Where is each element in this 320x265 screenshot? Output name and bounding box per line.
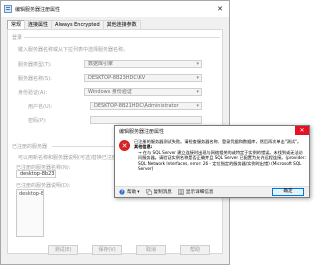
show-details-button[interactable]: 显示详细信息 bbox=[178, 189, 214, 195]
server-type-dropdown[interactable]: 数据库引擎 bbox=[84, 60, 202, 68]
cancel-button[interactable]: 取消 bbox=[136, 245, 166, 255]
ok-button[interactable]: 确定 bbox=[272, 188, 304, 196]
auth-dropdown[interactable]: Windows 身份验证 bbox=[84, 88, 202, 96]
window-close-button[interactable]: ✕ bbox=[214, 4, 226, 14]
copy-message-label: 复制消息 bbox=[153, 190, 172, 195]
registered-desc-label: 已注册的服务器说明(D): bbox=[16, 183, 71, 189]
tab-strip: 常规 连接属性 Always Encrypted 其他连接参数 bbox=[7, 20, 141, 30]
dialog-message: 已注册的服务器测试失败。请检查服务器名称、登录凭据和数据库，然后再次单击"测试"… bbox=[134, 139, 306, 171]
dialog-main-message: 已注册的服务器测试失败。请检查服务器名称、登录凭据和数据库，然后再次单击"测试"… bbox=[134, 139, 302, 144]
help-icon: ? bbox=[119, 189, 125, 195]
error-detail-text: → 在与 SQL Server 建立连接时出现与网络相关的或特定于实例的错误。未… bbox=[138, 149, 306, 172]
registered-section-heading: 已注册的服务器 bbox=[12, 144, 48, 150]
server-name-label: 服务器名称(S): bbox=[18, 76, 52, 82]
tab-always-encrypted[interactable]: Always Encrypted bbox=[51, 20, 104, 29]
test-button[interactable]: 测试(E) bbox=[48, 245, 78, 255]
copy-icon bbox=[145, 189, 152, 195]
list-item[interactable]: desktop-8b23hdc\kv bbox=[17, 190, 43, 198]
dialog-footer: ? 帮助 ▾ 复制消息 显示详细信息 确定 bbox=[115, 186, 309, 197]
details-icon bbox=[178, 189, 184, 195]
copy-message-button[interactable]: 复制消息 bbox=[145, 189, 172, 195]
chevron-down-icon: ▾ bbox=[137, 189, 140, 195]
tab-additional-parameters[interactable]: 其他连接参数 bbox=[102, 20, 141, 29]
dialog-title: 编辑服务器注册属性 bbox=[119, 128, 165, 135]
auth-label: 身份验证(A): bbox=[18, 90, 48, 96]
help-label: 帮助 bbox=[127, 190, 137, 195]
save-button[interactable]: 保存(V) bbox=[92, 245, 122, 255]
help-button[interactable]: 帮助 bbox=[180, 245, 210, 255]
window-titlebar: 编辑服务器注册属性 ✕ bbox=[1, 1, 229, 17]
help-menu[interactable]: ? 帮助 ▾ bbox=[119, 189, 140, 195]
app-icon bbox=[4, 5, 12, 13]
dialog-close-button[interactable]: ✕ bbox=[295, 126, 309, 135]
tab-connection-properties[interactable]: 连接属性 bbox=[24, 20, 53, 29]
registered-desc-box[interactable]: desktop-8b23hdc\kv bbox=[16, 189, 44, 237]
registered-name-field[interactable]: desktop-8b23hdc\kv bbox=[16, 170, 56, 178]
login-section-heading: 登录 bbox=[12, 35, 23, 41]
password-field[interactable] bbox=[90, 116, 202, 124]
password-label: 密码(P): bbox=[28, 118, 47, 124]
error-dialog: 编辑服务器注册属性 ✕ ✕ 已注册的服务器测试失败。请检查服务器名称、登录凭据和… bbox=[114, 125, 310, 198]
window-title: 编辑服务器注册属性 bbox=[15, 6, 61, 13]
username-dropdown[interactable]: DESKTOP-8B21HDC\Administrator bbox=[90, 102, 202, 110]
dialog-titlebar: 编辑服务器注册属性 ✕ bbox=[115, 126, 309, 136]
server-name-dropdown[interactable]: DESKTOP-8B23HDC\KV bbox=[84, 74, 202, 82]
error-icon: ✕ bbox=[119, 140, 130, 151]
login-hint-text: 键入服务器名称或从下拉列表中选择服务器名称。 bbox=[18, 47, 129, 53]
show-details-label: 显示详细信息 bbox=[185, 190, 214, 195]
login-divider bbox=[24, 37, 220, 38]
username-label: 用户名(U): bbox=[28, 104, 53, 110]
server-type-label: 服务器类型(T): bbox=[18, 62, 52, 68]
